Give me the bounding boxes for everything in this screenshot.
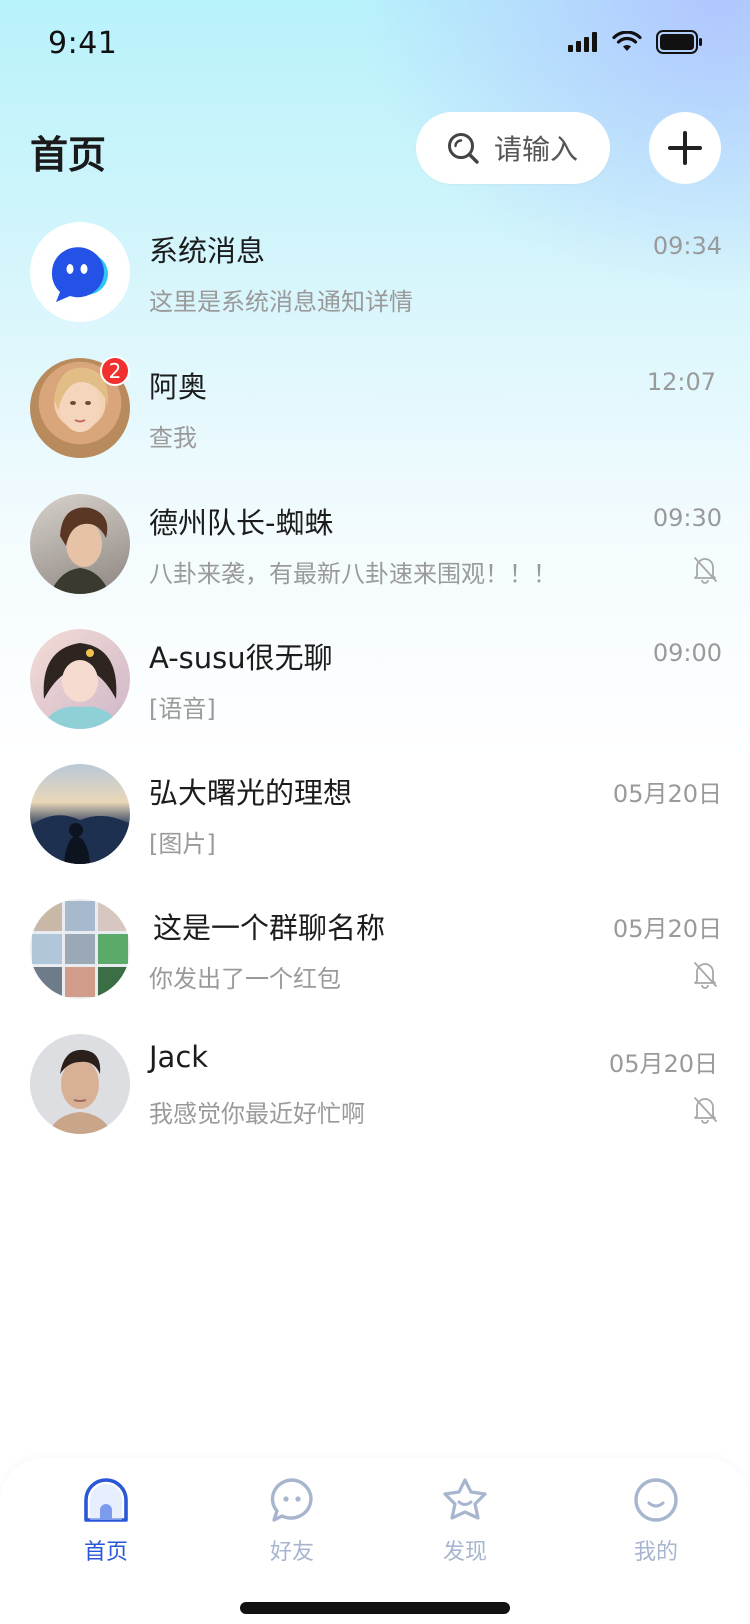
- chat-preview: 你发出了一个红包: [149, 965, 341, 993]
- chat-item-group[interactable]: 这是一个群聊名称 05月20日 你发出了一个红包: [0, 899, 750, 1029]
- tab-label: 首页: [83, 1540, 128, 1565]
- home-indicator: [240, 1602, 510, 1614]
- portrait-avatar-image: [48, 1049, 112, 1134]
- home-icon: [84, 1478, 128, 1522]
- chat-item[interactable]: 弘大曙光的理想 05月20日 [图片]: [0, 764, 750, 894]
- chat-preview: 八卦来袭，有最新八卦速来围观！！！: [149, 560, 557, 588]
- cellular-signal-icon: [568, 32, 597, 52]
- chat-name: 这是一个群聊名称: [153, 911, 386, 945]
- tab-label: 发现: [442, 1540, 487, 1565]
- status-time: 9:41: [48, 26, 118, 61]
- chat-time: 05月20日: [612, 915, 722, 943]
- status-icons: [568, 30, 702, 54]
- chat-name: 系统消息: [149, 234, 266, 268]
- tab-bar: 首页 好友 发现 我的: [0, 1458, 750, 1624]
- chat-preview: [图片]: [149, 830, 216, 858]
- smile-icon: [634, 1478, 678, 1522]
- chat-name: Jack: [149, 1040, 209, 1074]
- chat-item-system[interactable]: 系统消息 09:34 这里是系统消息通知详情: [0, 222, 750, 352]
- chat-bubble-icon: [270, 1478, 313, 1522]
- chat-time: 09:34: [652, 232, 722, 260]
- landscape-avatar-image: [30, 815, 130, 864]
- chat-name: 弘大曙光的理想: [149, 776, 353, 810]
- battery-icon: [656, 30, 702, 54]
- chat-time: 05月20日: [612, 780, 722, 808]
- mute-bell-icon: [694, 1097, 717, 1124]
- status-bar: 9:41: [0, 0, 750, 88]
- chat-time: 05月20日: [608, 1050, 718, 1078]
- wifi-icon: [612, 31, 642, 51]
- chat-item[interactable]: A-susu很无聊 09:00 [语音]: [0, 629, 750, 759]
- chat-preview: 查我: [149, 424, 197, 452]
- search-placeholder: 请输入: [494, 133, 579, 166]
- star-icon: [443, 1478, 487, 1520]
- chat-name: 德州队长-蜘蛛: [149, 506, 334, 540]
- portrait-avatar-image: [40, 643, 122, 729]
- chat-preview: [语音]: [149, 695, 216, 723]
- system-bot-avatar-icon: [51, 247, 108, 302]
- chat-time: 09:00: [652, 639, 722, 667]
- chat-name: 阿奥: [149, 370, 208, 404]
- avatar: [30, 494, 130, 594]
- search-icon: [448, 133, 479, 164]
- plus-icon: [668, 131, 702, 165]
- search-input[interactable]: 请输入: [416, 112, 610, 184]
- avatar: [30, 222, 130, 322]
- add-button[interactable]: [649, 112, 721, 184]
- chat-preview: 这里是系统消息通知详情: [149, 288, 413, 316]
- tab-label: 我的: [633, 1540, 678, 1565]
- portrait-avatar-image: [50, 507, 110, 594]
- group-grid-avatar-image: [32, 901, 128, 997]
- chat-preview: 我感觉你最近好忙啊: [149, 1100, 365, 1128]
- avatar: [30, 629, 130, 729]
- avatar: [30, 764, 130, 864]
- unread-badge: 2: [100, 356, 130, 386]
- avatar: [30, 1034, 130, 1134]
- chat-time: 12:07: [646, 368, 716, 396]
- chat-item[interactable]: 2 阿奥 12:07 查我: [0, 356, 750, 488]
- chat-item[interactable]: 德州队长-蜘蛛 09:30 八卦来袭，有最新八卦速来围观！！！: [0, 494, 750, 624]
- mute-bell-icon: [694, 557, 717, 584]
- group-avatar: [30, 899, 130, 999]
- screen: 9:41 首页 请输入 系统消息 09:34 这里是系统消息通知详情 2 阿奥 …: [0, 0, 750, 1624]
- tab-label: 好友: [269, 1540, 314, 1565]
- page-title: 首页: [30, 133, 107, 177]
- chat-name: A-susu很无聊: [149, 641, 333, 675]
- chat-item[interactable]: Jack 05月20日 我感觉你最近好忙啊: [0, 1034, 750, 1164]
- chat-time: 09:30: [652, 504, 722, 532]
- mute-bell-icon: [694, 962, 717, 989]
